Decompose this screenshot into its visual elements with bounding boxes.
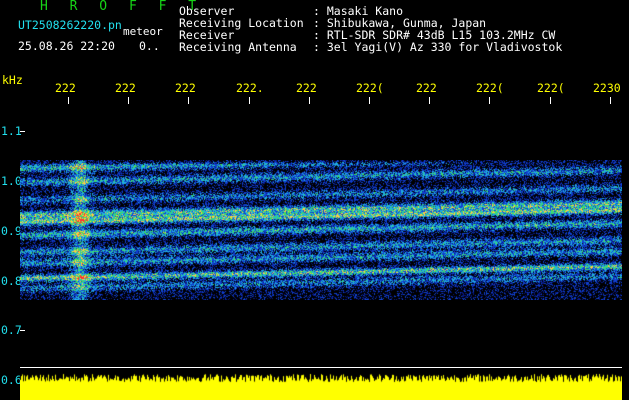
- antenna-value: : 3el Yagi(V) Az 330 for Vladivostok: [313, 40, 563, 54]
- time-tick: [68, 97, 69, 104]
- time-label: 2230: [593, 81, 621, 95]
- datetime-label: 25.08.26 22:20: [18, 39, 115, 53]
- event-tag: meteor: [123, 25, 163, 38]
- time-tick: [489, 97, 490, 104]
- time-label: 222(: [356, 81, 384, 95]
- time-label: 222: [55, 81, 76, 95]
- time-tick: [128, 97, 129, 104]
- freq-label: 0.8: [1, 274, 22, 288]
- freq-label: 0.6: [1, 373, 22, 387]
- freq-label: 1.1: [1, 124, 22, 138]
- time-label: 222: [296, 81, 317, 95]
- time-label: 222(: [537, 81, 565, 95]
- time-tick: [610, 97, 611, 104]
- antenna-label: Receiving Antenna: [179, 40, 297, 54]
- time-tick: [309, 97, 310, 104]
- noise-level-strip: [20, 368, 622, 400]
- time-tick: [550, 97, 551, 104]
- spectrogram-waterfall: [20, 160, 622, 300]
- freq-tick: [20, 330, 25, 331]
- freq-label: 0.9: [1, 224, 22, 238]
- count-label: 0..: [139, 39, 160, 53]
- filename-label: UT2508262220.pn: [18, 18, 122, 32]
- time-tick: [249, 97, 250, 104]
- freq-label: 0.7: [1, 323, 22, 337]
- time-label: 222(: [476, 81, 504, 95]
- time-label: 222.: [236, 81, 264, 95]
- freq-unit-label: kHz: [2, 73, 23, 87]
- freq-label: 1.0: [1, 174, 22, 188]
- time-label: 222: [175, 81, 196, 95]
- time-label: 222: [416, 81, 437, 95]
- time-tick: [188, 97, 189, 104]
- time-tick: [429, 97, 430, 104]
- freq-tick: [20, 131, 25, 132]
- time-label: 222: [115, 81, 136, 95]
- time-tick: [369, 97, 370, 104]
